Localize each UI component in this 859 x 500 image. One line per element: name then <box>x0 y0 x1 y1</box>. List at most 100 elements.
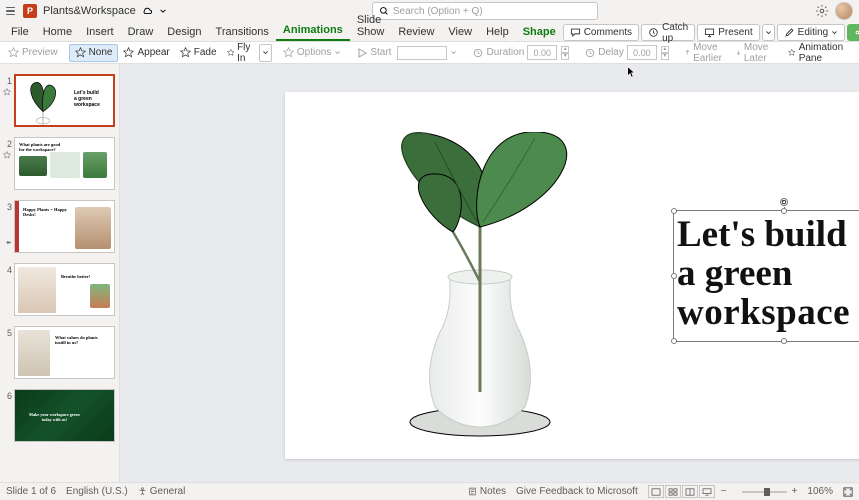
t6-title: Make your workspace green today with us! <box>29 412 80 422</box>
catchup-icon <box>648 27 659 38</box>
resize-handle-w[interactable] <box>671 273 677 279</box>
star-icon <box>123 47 134 58</box>
catchup-button[interactable]: Catch up <box>641 24 695 41</box>
zoom-knob[interactable] <box>764 488 770 496</box>
tab-file[interactable]: File <box>4 23 36 41</box>
t4-title: Breathe better! <box>61 274 90 279</box>
accessibility-label: General <box>150 486 186 497</box>
reading-view-button[interactable] <box>682 485 698 498</box>
none-label: None <box>89 47 113 58</box>
thumb-row-3[interactable]: 3 Happy Plants = Happy Desks! <box>4 200 115 253</box>
thumbnail-slide-1[interactable]: Let's build a green workspace <box>14 74 115 127</box>
tab-help[interactable]: Help <box>479 23 516 41</box>
fit-icon <box>843 487 853 497</box>
pencil-icon <box>784 27 795 38</box>
zoom-in-button[interactable]: + <box>792 486 798 497</box>
present-button[interactable]: Present <box>697 24 759 41</box>
search-box[interactable]: Search (Option + Q) <box>372 2 598 20</box>
slide-counter[interactable]: Slide 1 of 6 <box>6 486 56 497</box>
notes-label: Notes <box>480 486 506 497</box>
share-button[interactable]: Share <box>847 24 859 41</box>
thumbnail-slide-4[interactable]: Breathe better! <box>14 263 115 316</box>
accessibility-indicator[interactable]: General <box>138 486 186 497</box>
tab-slideshow[interactable]: Slide Show <box>350 11 392 41</box>
thumbnail-slide-5[interactable]: What values do plants instill in us? <box>14 326 115 379</box>
sorter-view-button[interactable] <box>665 485 681 498</box>
animations-toolbar: Preview None Appear Fade Fly In Options … <box>0 42 859 64</box>
share-icon <box>854 27 859 38</box>
zoom-out-button[interactable]: − <box>721 486 727 497</box>
notes-icon <box>468 487 477 496</box>
fade-label: Fade <box>194 47 217 58</box>
user-avatar[interactable] <box>835 2 853 20</box>
tab-home[interactable]: Home <box>36 23 79 41</box>
editing-label: Editing <box>798 27 829 38</box>
view-buttons <box>648 485 715 498</box>
tab-draw[interactable]: Draw <box>121 23 161 41</box>
slide-1[interactable]: Let's build a green workspace <box>285 92 859 459</box>
flyin-label: Fly In <box>237 42 254 64</box>
notes-button[interactable]: Notes <box>468 486 506 497</box>
animation-gallery-more[interactable] <box>259 44 272 62</box>
rotate-icon <box>781 199 787 205</box>
thumbnail-slide-6[interactable]: Make your workspace green today with us! <box>14 389 115 442</box>
resize-handle-n[interactable] <box>781 208 787 214</box>
thumb-number: 3 <box>4 200 14 253</box>
thumb-row-2[interactable]: 2 What plants are good for the workspace… <box>4 137 115 190</box>
zoom-level[interactable]: 106% <box>807 486 833 497</box>
thumb-number: 4 <box>4 263 14 316</box>
tab-shape[interactable]: Shape <box>516 23 563 41</box>
chevron-down-icon <box>765 29 772 36</box>
tab-transitions[interactable]: Transitions <box>209 23 276 41</box>
animation-appear[interactable]: Appear <box>118 44 174 62</box>
comments-button[interactable]: Comments <box>563 24 639 41</box>
title-bar: P Plants&Workspace Search (Option + Q) <box>0 0 859 22</box>
tab-view[interactable]: View <box>441 23 479 41</box>
normal-view-button[interactable] <box>648 485 664 498</box>
thumbnail-slide-3[interactable]: Happy Plants = Happy Desks! <box>14 200 115 253</box>
editing-mode-button[interactable]: Editing <box>777 24 846 41</box>
feedback-link[interactable]: Give Feedback to Microsoft <box>516 486 638 497</box>
settings-gear-icon[interactable] <box>815 4 829 18</box>
resize-handle-nw[interactable] <box>671 208 677 214</box>
app-launcher-icon[interactable] <box>6 7 15 16</box>
preview-label: Preview <box>22 47 58 58</box>
thumb-row-5[interactable]: 5 What values do plants instill in us? <box>4 326 115 379</box>
resize-handle-s[interactable] <box>781 338 787 344</box>
clock-icon <box>585 48 595 58</box>
resize-handle-sw[interactable] <box>671 338 677 344</box>
thumbnail-slide-2[interactable]: What plants are good for the workspace? <box>14 137 115 190</box>
present-icon <box>704 27 715 38</box>
tab-insert[interactable]: Insert <box>79 23 121 41</box>
language-indicator[interactable]: English (U.S.) <box>66 486 128 497</box>
move-later-button: Move Later <box>731 44 777 62</box>
thumb-row-6[interactable]: 6 Make your workspace green today with u… <box>4 389 115 442</box>
slide-canvas-area[interactable]: Let's build a green workspace <box>120 64 859 482</box>
present-split-dropdown[interactable] <box>762 24 775 41</box>
thumb-row-1[interactable]: 1 Let's build a green workspace <box>4 74 115 127</box>
accessibility-icon <box>138 487 147 496</box>
title-text-box[interactable]: Let's build a green workspace <box>675 212 859 340</box>
animation-flyin[interactable]: Fly In <box>222 44 259 62</box>
powerpoint-logo-icon: P <box>23 4 37 18</box>
document-name[interactable]: Plants&Workspace <box>43 5 136 17</box>
fit-to-window-button[interactable] <box>843 487 853 497</box>
t5-title: What values do plants instill in us? <box>55 335 98 345</box>
tab-animations[interactable]: Animations <box>276 21 350 41</box>
tab-review[interactable]: Review <box>391 23 441 41</box>
title-dropdown-icon[interactable] <box>159 7 167 15</box>
tab-design[interactable]: Design <box>160 23 208 41</box>
mouse-cursor-icon <box>627 65 636 77</box>
duration-spinner: ▲▼ <box>561 46 569 60</box>
selection-outline <box>673 210 859 342</box>
animation-fade[interactable]: Fade <box>175 44 222 62</box>
zoom-slider[interactable] <box>742 491 787 493</box>
cloud-saved-icon[interactable] <box>142 6 153 17</box>
plant-image[interactable] <box>345 132 615 442</box>
slideshow-view-button[interactable] <box>699 485 715 498</box>
animation-none[interactable]: None <box>69 44 119 62</box>
rotate-handle[interactable] <box>780 198 788 206</box>
animation-pane-button[interactable]: Animation Pane <box>783 44 851 62</box>
thumb-row-4[interactable]: 4 Breathe better! <box>4 263 115 316</box>
animation-pane-label: Animation Pane <box>799 42 847 64</box>
